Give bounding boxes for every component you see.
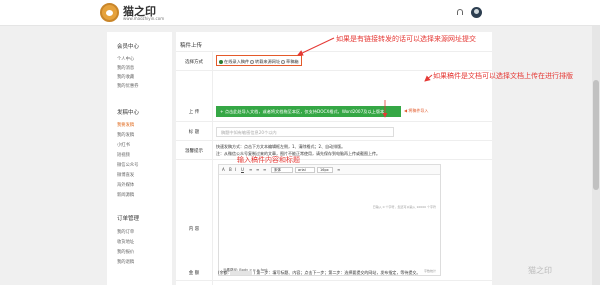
sidebar-item[interactable]: 海外媒体 bbox=[117, 182, 134, 188]
radio-drafts[interactable]: 草稿箱 bbox=[281, 59, 299, 65]
page-title: 稿件上传 bbox=[180, 43, 203, 49]
callout-right: 如果稿件是文档可以选择文档上传在进行排版 bbox=[433, 72, 573, 80]
divider bbox=[176, 121, 492, 122]
sidebar-item[interactable]: 我的订单 bbox=[117, 229, 134, 235]
sidebar-item[interactable]: 我的消息 bbox=[117, 65, 134, 71]
steps-text: ) 第一步：填写标题、内容；点击下一步；第二步：选择要提交的网站，发布指定，等待… bbox=[253, 270, 421, 275]
font-name-select[interactable]: 宋体 bbox=[271, 167, 293, 173]
callout-top: 如果是有链接转发的话可以选择来源网址提交 bbox=[336, 35, 476, 43]
word-count-link[interactable]: 字数统计 bbox=[424, 269, 436, 273]
font-family-select[interactable]: arial bbox=[295, 167, 315, 173]
upload-form: 稿件上传 选择方式 在线录入稿件 转载来源网址 草稿箱 上 传 + 点击此处导入… bbox=[176, 32, 492, 285]
content-label: 内 容 bbox=[188, 227, 200, 232]
rich-text-editor[interactable]: A B I U ≡ ≡ ≡ 宋体 arial 16px ∞ 已输入 0 个字符，… bbox=[218, 164, 441, 276]
align-right-icon[interactable]: ≡ bbox=[263, 167, 266, 172]
radio-dot-icon bbox=[281, 60, 285, 64]
radio-label: 草稿箱 bbox=[286, 59, 299, 64]
watermark: 猫之印 bbox=[528, 266, 552, 275]
sidebar-section-title: 发稿中心 bbox=[117, 110, 140, 116]
sidebar-item-active[interactable]: 我要发稿 bbox=[117, 122, 134, 128]
tips-line: 快速发稿方式：点击下方文本编辑框左侧，1、清除格式；2、自动排版。 bbox=[216, 144, 346, 149]
balance-amount bbox=[230, 271, 253, 275]
radio-online-entry[interactable]: 在线录入稿件 bbox=[219, 59, 249, 65]
balance-label: (余额: bbox=[218, 270, 229, 275]
divider bbox=[212, 51, 213, 285]
italic-icon[interactable]: I bbox=[235, 167, 236, 172]
mode-radio-group: 在线录入稿件 转载来源网址 草稿箱 bbox=[216, 55, 302, 66]
sidebar-item[interactable]: 短视频 bbox=[117, 152, 130, 158]
sidebar-item[interactable]: 我的发稿 bbox=[117, 132, 134, 138]
top-header: 猫之印 www.maozhiyin.com bbox=[0, 0, 600, 26]
docx-upload-button[interactable]: + 点击此处导入文档，或者将文档拖至本区，仅支持DOCX格式，Word2007及… bbox=[216, 106, 401, 117]
avatar[interactable] bbox=[471, 7, 482, 18]
radio-label: 转载来源网址 bbox=[255, 59, 281, 64]
title-label: 标 题 bbox=[188, 130, 200, 135]
sidebar-item[interactable]: 小红书 bbox=[117, 142, 130, 148]
word-count: 已输入 0 个字符，您还可以输入 10000 个字符 bbox=[372, 205, 436, 209]
sidebar-section-title: 订单管理 bbox=[117, 216, 140, 222]
sidebar: 会员中心 个人中心 我的消息 我的收藏 我的优惠券 发稿中心 我要发稿 我的发稿… bbox=[107, 32, 172, 285]
align-center-icon[interactable]: ≡ bbox=[256, 167, 259, 172]
tips-label: 温馨提示 bbox=[185, 149, 203, 154]
mode-label: 选择方式 bbox=[185, 60, 203, 65]
upload-label: 上 传 bbox=[188, 110, 200, 115]
sidebar-item[interactable]: 个人中心 bbox=[117, 56, 134, 62]
title-input[interactable]: 稿题中如有敏感信息20个以内 bbox=[216, 127, 394, 137]
sidebar-item[interactable]: 收货地址 bbox=[117, 239, 134, 245]
bold-icon[interactable]: B bbox=[229, 167, 232, 172]
sidebar-item[interactable]: 我的报价 bbox=[117, 249, 134, 255]
sidebar-section-title: 会员中心 bbox=[117, 44, 140, 50]
radio-label: 在线录入稿件 bbox=[224, 59, 250, 64]
align-left-icon[interactable]: ≡ bbox=[249, 167, 252, 172]
divider bbox=[176, 280, 492, 281]
bell-icon[interactable] bbox=[457, 9, 463, 15]
summary-line: (余额: ) 第一步：填写标题、内容；点击下一步；第二步：选择要提交的网站，发布… bbox=[218, 270, 420, 276]
site-logo-url: www.maozhiyin.com bbox=[123, 16, 165, 21]
editor-toolbar: A B I U ≡ ≡ ≡ 宋体 arial 16px ∞ bbox=[219, 165, 440, 175]
scrollbar-thumb[interactable] bbox=[593, 80, 599, 190]
font-size-select[interactable]: 16px bbox=[317, 167, 333, 173]
sidebar-item[interactable]: 微博直发 bbox=[117, 172, 134, 178]
link-icon[interactable]: ∞ bbox=[337, 167, 340, 172]
sidebar-item[interactable]: 微信公众号 bbox=[117, 162, 138, 168]
sidebar-item[interactable]: 我的退稿 bbox=[117, 259, 134, 265]
sidebar-item[interactable]: 我的优惠券 bbox=[117, 83, 138, 89]
divider bbox=[176, 159, 492, 160]
summary-label: 金 额 bbox=[188, 271, 200, 276]
divider bbox=[176, 140, 492, 141]
radio-source-url[interactable]: 转载来源网址 bbox=[250, 59, 280, 65]
radio-dot-icon bbox=[219, 60, 223, 64]
upload-tag: ◀ 将稿件导入 bbox=[404, 108, 429, 113]
radio-dot-icon bbox=[250, 60, 254, 64]
divider bbox=[176, 51, 492, 52]
sidebar-item[interactable]: 我的收藏 bbox=[117, 74, 134, 80]
cat-logo-icon[interactable] bbox=[100, 3, 119, 22]
underline-icon[interactable]: U bbox=[241, 167, 244, 172]
font-color-icon[interactable]: A bbox=[222, 167, 225, 172]
callout-editor: 输入稿件内容和标题 bbox=[237, 156, 300, 164]
sidebar-item[interactable]: 新闻源稿 bbox=[117, 192, 134, 198]
